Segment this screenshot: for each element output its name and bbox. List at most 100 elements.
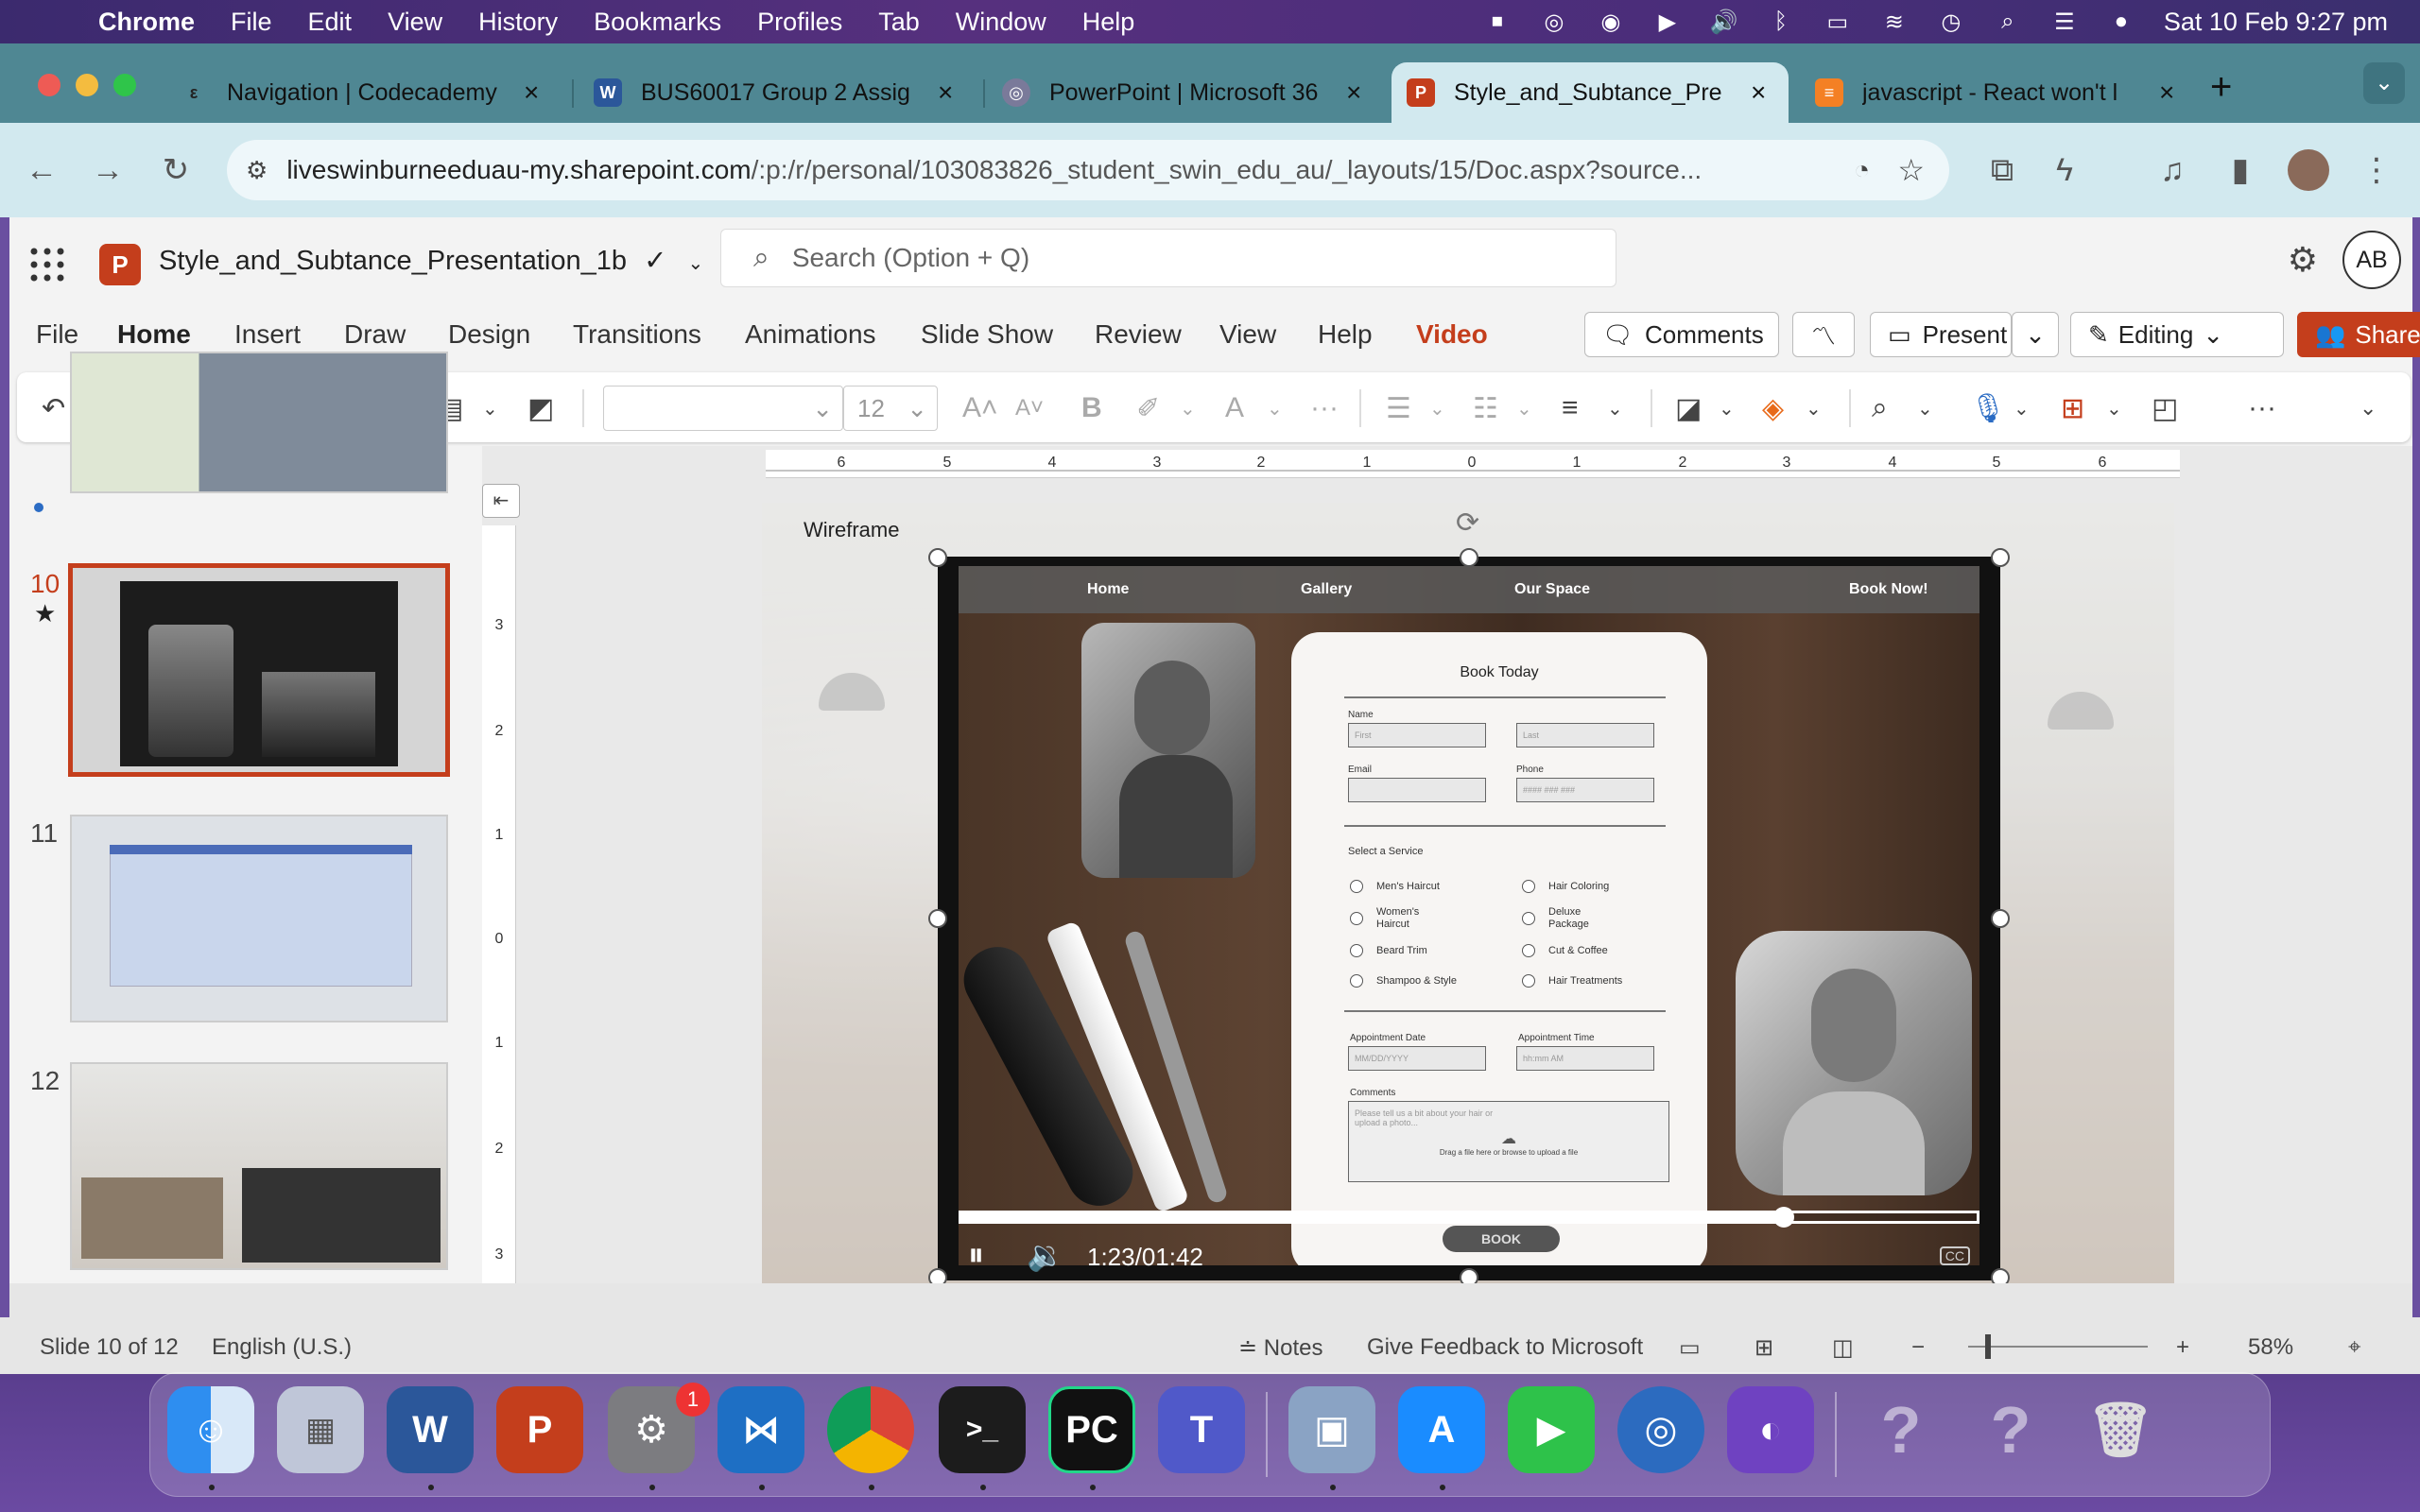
search-input[interactable]: ⌕ Search (Option + Q) xyxy=(720,229,1616,287)
close-tab-icon[interactable]: × xyxy=(524,77,539,108)
settings-gear-icon[interactable]: ⚙ xyxy=(2288,240,2318,280)
more-font-options-icon[interactable]: ··· xyxy=(1310,389,1339,427)
bold-icon[interactable]: B xyxy=(1081,389,1102,427)
time-machine-icon[interactable]: ◷ xyxy=(1937,8,1965,36)
slide-label-text[interactable]: Wireframe xyxy=(804,518,899,542)
feedback-link[interactable]: Give Feedback to Microsoft xyxy=(1367,1334,1643,1361)
chevron-down-icon[interactable]: ⌄ xyxy=(482,389,498,427)
resize-handle[interactable] xyxy=(1460,1268,1478,1283)
resize-handle[interactable] xyxy=(928,548,947,567)
tab-style-and-substance[interactable]: P Style_and_Subtance_Pre × xyxy=(1392,62,1789,123)
resize-handle[interactable] xyxy=(1991,909,2010,928)
slide-thumbnail-9[interactable] xyxy=(70,352,448,493)
collapse-pane-icon[interactable]: ⇤ xyxy=(482,484,520,518)
app-store-icon[interactable]: A xyxy=(1398,1386,1485,1473)
font-color-icon[interactable]: A xyxy=(1225,389,1244,427)
align-icon[interactable]: ≡ xyxy=(1562,389,1579,427)
control-center-icon[interactable]: ☰ xyxy=(2050,8,2079,36)
reading-view-icon[interactable]: ◫ xyxy=(1832,1334,1854,1362)
zoom-out-icon[interactable]: − xyxy=(1911,1334,1925,1361)
unknown-app-icon[interactable]: ? xyxy=(1858,1386,1945,1473)
comments-button[interactable]: 🗨 Comments xyxy=(1584,312,1779,357)
slide-thumbnail-11[interactable] xyxy=(70,815,448,1022)
tab-insert[interactable]: Insert xyxy=(234,319,301,350)
bookmark-star-icon[interactable]: ☆ xyxy=(1897,152,1925,188)
performance-icon[interactable]: ◔ xyxy=(1854,155,1870,185)
terminal-icon[interactable]: >_ xyxy=(939,1386,1026,1473)
app-launcher-icon[interactable] xyxy=(28,246,66,284)
close-tab-icon[interactable]: × xyxy=(938,77,953,108)
tab-animations[interactable]: Animations xyxy=(745,319,876,350)
menu-view[interactable]: View xyxy=(388,8,442,37)
chevron-down-icon[interactable]: ⌄ xyxy=(1607,389,1623,427)
tab-design[interactable]: Design xyxy=(448,319,530,350)
battery-icon[interactable]: ▭ xyxy=(1824,8,1852,36)
resize-handle[interactable] xyxy=(1991,548,2010,567)
minimize-window-icon[interactable] xyxy=(76,74,98,96)
app-status-icon[interactable]: ◎ xyxy=(1540,8,1568,36)
font-family-select[interactable]: ⌄ xyxy=(603,386,843,431)
chevron-down-icon[interactable]: ⌄ xyxy=(1806,389,1822,427)
highlight-icon[interactable]: ✐ xyxy=(1136,389,1160,427)
finder-icon[interactable]: ☺ xyxy=(167,1386,254,1473)
menu-tab[interactable]: Tab xyxy=(878,8,920,37)
menu-profiles[interactable]: Profiles xyxy=(757,8,842,37)
resize-handle[interactable] xyxy=(928,1268,947,1283)
share-button[interactable]: 👥Share⌄ xyxy=(2297,312,2420,357)
slide-sorter-icon[interactable]: ⊞ xyxy=(1754,1334,1773,1362)
profile-avatar[interactable] xyxy=(2288,149,2329,191)
unknown-app-icon[interactable]: ? xyxy=(1967,1386,2054,1473)
tab-powerpoint-microsoft[interactable]: ◎ PowerPoint | Microsoft 36 × xyxy=(1002,62,1361,123)
tab-home[interactable]: Home xyxy=(117,319,191,361)
media-control-icon[interactable]: ♫ xyxy=(2152,149,2193,191)
font-size-select[interactable]: 12 ⌄ xyxy=(843,386,938,431)
video-frame[interactable]: Home Gallery Our Space Book Now! Book To… xyxy=(938,557,2000,1280)
tab-codecademy[interactable]: ε Navigation | Codecademy × xyxy=(180,62,540,123)
tab-review[interactable]: Review xyxy=(1095,319,1182,350)
music-icon[interactable]: ◉ xyxy=(1597,8,1625,36)
zoom-window-icon[interactable] xyxy=(113,74,136,96)
numbering-icon[interactable]: ☷ xyxy=(1473,389,1498,427)
menu-app-name[interactable]: Chrome xyxy=(98,8,195,37)
wifi-icon[interactable]: ≋ xyxy=(1880,8,1909,36)
play-icon[interactable]: ▶ xyxy=(1653,8,1682,36)
tab-transitions[interactable]: Transitions xyxy=(573,319,701,350)
chevron-down-icon[interactable]: ⌄ xyxy=(1267,389,1283,427)
shape-fill-icon[interactable]: ◈ xyxy=(1762,389,1784,427)
video-scrubber-handle[interactable] xyxy=(1772,1207,1794,1228)
chevron-down-icon[interactable]: ⌄ xyxy=(687,253,703,274)
shrink-font-icon[interactable]: A˅ xyxy=(1015,389,1044,427)
volume-icon[interactable]: 🔉 xyxy=(1027,1237,1064,1273)
tab-view[interactable]: View xyxy=(1219,319,1276,350)
normal-view-icon[interactable]: ▭ xyxy=(1679,1334,1701,1362)
close-tab-icon[interactable]: × xyxy=(1751,77,1766,108)
new-tab-icon[interactable]: + xyxy=(2210,66,2232,109)
chevron-down-icon[interactable]: ⌄ xyxy=(1516,389,1532,427)
menu-bookmarks[interactable]: Bookmarks xyxy=(594,8,721,37)
resize-handle[interactable] xyxy=(928,909,947,928)
menu-file[interactable]: File xyxy=(231,8,272,37)
resize-handle[interactable] xyxy=(1460,548,1478,567)
reload-icon[interactable]: ↻ xyxy=(155,149,197,191)
slide-thumbnail-12[interactable] xyxy=(70,1062,448,1270)
forward-icon[interactable]: → xyxy=(87,149,129,191)
extension-bolt-icon[interactable]: ϟ xyxy=(2044,149,2085,191)
teams-icon[interactable]: T xyxy=(1158,1386,1245,1473)
present-button[interactable]: ▭ Present xyxy=(1870,312,2012,357)
undo-icon[interactable]: ↶ xyxy=(42,389,65,427)
close-tab-icon[interactable]: × xyxy=(2159,77,2174,108)
zoom-slider-handle[interactable] xyxy=(1985,1334,1991,1359)
tab-draw[interactable]: Draw xyxy=(344,319,406,350)
catch-up-button[interactable]: 〽 xyxy=(1792,312,1855,357)
closed-captions-button[interactable]: CC xyxy=(1939,1246,1970,1265)
zoom-in-icon[interactable]: + xyxy=(2176,1334,2189,1361)
rotate-handle-icon[interactable]: ⟳ xyxy=(1456,507,1479,540)
side-panel-icon[interactable]: ▮ xyxy=(2220,149,2261,191)
powerpoint-icon[interactable]: P xyxy=(496,1386,583,1473)
spotlight-search-icon[interactable]: ⌕ xyxy=(1994,8,2022,36)
extensions-icon[interactable]: ⧉ xyxy=(1981,149,2023,191)
safari-tool-icon[interactable]: ◎ xyxy=(1617,1386,1704,1473)
address-bar[interactable]: ⚙ liveswinburneeduau-my.sharepoint.com/:… xyxy=(227,140,1949,200)
site-info-icon[interactable]: ⚙ xyxy=(246,156,268,185)
menu-edit[interactable]: Edit xyxy=(308,8,353,37)
